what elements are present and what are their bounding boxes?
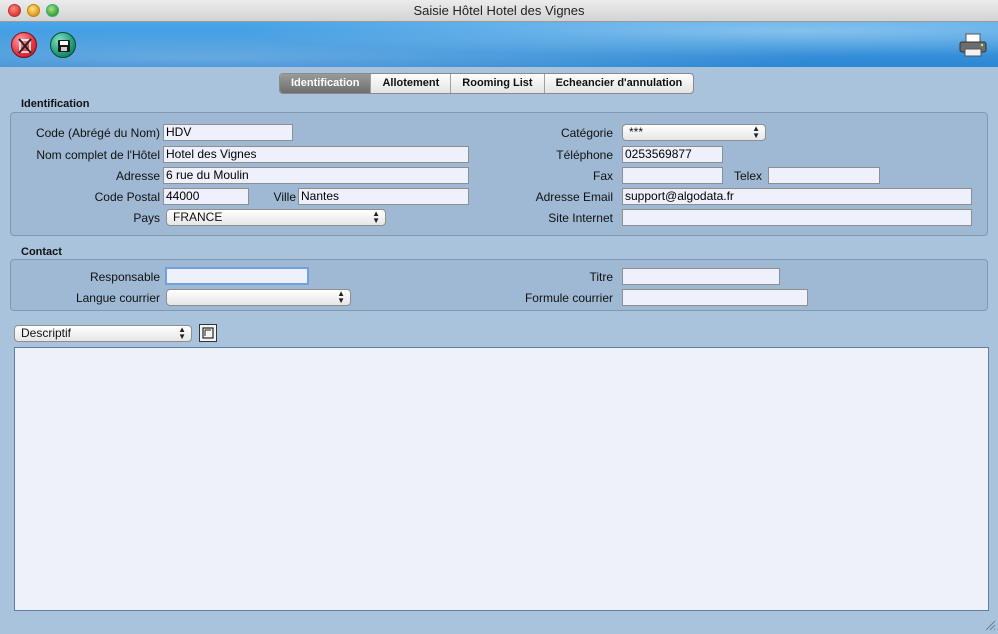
window-minimize-icon[interactable]	[27, 4, 40, 17]
titre-field[interactable]	[622, 268, 780, 285]
window-titlebar: Saisie Hôtel Hotel des Vignes	[0, 0, 998, 22]
tab-identification[interactable]: Identification	[280, 74, 371, 93]
telex-field[interactable]	[768, 167, 880, 184]
select-arrows-icon: ▲ ▼	[337, 289, 345, 305]
select-arrows-icon: ▲ ▼	[752, 124, 760, 140]
nom-label: Nom complet de l'Hôtel	[36, 148, 160, 162]
save-button[interactable]	[50, 32, 76, 58]
resize-grip-icon	[985, 620, 996, 631]
nom-field[interactable]: Hotel des Vignes	[163, 146, 469, 163]
ville-field[interactable]: Nantes	[298, 188, 469, 205]
save-icon	[58, 40, 70, 52]
email-label: Adresse Email	[535, 190, 613, 204]
select-arrows-icon: ▲ ▼	[372, 209, 380, 225]
langue-select[interactable]: ▲ ▼	[166, 289, 351, 306]
tab-allotement[interactable]: Allotement	[370, 74, 450, 93]
close-record-button[interactable]	[11, 32, 37, 58]
printer-icon	[959, 33, 987, 57]
code-field[interactable]: HDV	[163, 124, 293, 141]
email-field[interactable]: support@algodata.fr	[622, 188, 972, 205]
tab-rooming-list[interactable]: Rooming List	[450, 74, 543, 93]
fax-label: Fax	[592, 169, 613, 183]
formule-field[interactable]	[622, 289, 808, 306]
close-record-icon	[18, 38, 32, 54]
site-label: Site Internet	[548, 211, 613, 225]
descriptif-select[interactable]: Descriptif ▲ ▼	[14, 325, 192, 342]
cp-field[interactable]: 44000	[163, 188, 249, 205]
pays-label: Pays	[133, 211, 160, 225]
adresse-field[interactable]: 6 rue du Moulin	[163, 167, 469, 184]
resize-grip[interactable]	[984, 619, 996, 631]
edit-icon	[202, 327, 214, 339]
toolbar	[0, 22, 998, 67]
edit-descriptif-button[interactable]	[199, 324, 217, 342]
select-arrows-icon: ▲ ▼	[178, 325, 186, 341]
categorie-label: Catégorie	[560, 126, 613, 140]
window-zoom-icon[interactable]	[46, 4, 59, 17]
tab-bar: Identification Allotement Rooming List E…	[279, 73, 695, 94]
descriptif-textarea[interactable]	[14, 347, 989, 611]
categorie-select[interactable]: *** ▲ ▼	[622, 124, 766, 141]
contact-title: Contact	[21, 246, 62, 258]
formule-label: Formule courrier	[524, 291, 613, 305]
code-label: Code (Abrégé du Nom)	[35, 126, 160, 140]
window-title: Saisie Hôtel Hotel des Vignes	[413, 3, 585, 18]
adresse-label: Adresse	[115, 169, 160, 183]
print-button[interactable]	[958, 32, 988, 58]
langue-label: Langue courrier	[75, 291, 160, 305]
telex-label: Telex	[733, 169, 762, 183]
categorie-value: ***	[629, 125, 644, 139]
fax-field[interactable]	[622, 167, 723, 184]
descriptif-value: Descriptif	[21, 326, 72, 340]
identification-title: Identification	[21, 98, 90, 110]
ville-label: Ville	[273, 190, 296, 204]
pays-value: FRANCE	[173, 210, 223, 224]
site-field[interactable]	[622, 209, 972, 226]
window-close-icon[interactable]	[8, 4, 21, 17]
pays-select[interactable]: FRANCE ▲ ▼	[166, 209, 386, 226]
telephone-field[interactable]: 0253569877	[622, 146, 723, 163]
responsable-label: Responsable	[89, 270, 160, 284]
responsable-field[interactable]	[165, 267, 309, 285]
telephone-label: Téléphone	[556, 148, 613, 162]
cp-label: Code Postal	[94, 190, 160, 204]
titre-label: Titre	[589, 270, 613, 284]
tab-echeancier[interactable]: Echeancier d'annulation	[543, 74, 694, 93]
